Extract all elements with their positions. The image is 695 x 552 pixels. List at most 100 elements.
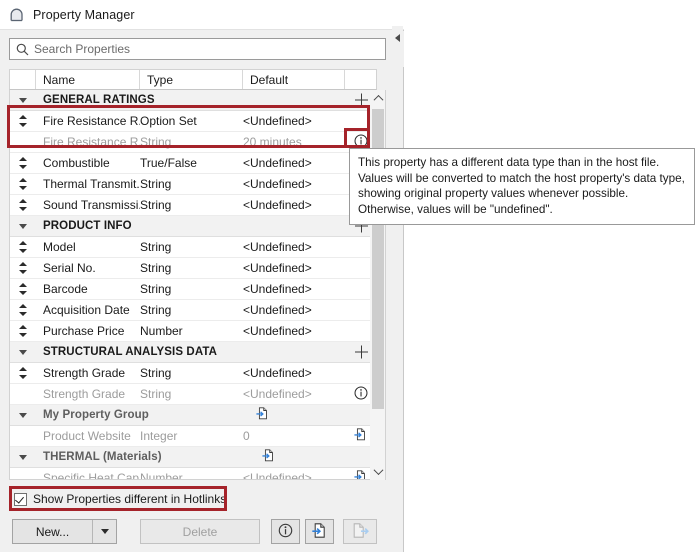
property-group-row[interactable]: PRODUCT INFO — [10, 216, 376, 237]
row-drag-handle[interactable] — [10, 174, 36, 194]
new-button-dropdown[interactable] — [92, 520, 116, 543]
property-name: Sound Transmissi... — [43, 198, 140, 212]
group-collapse-toggle[interactable] — [10, 90, 36, 110]
plus-icon[interactable] — [355, 345, 368, 359]
property-type: String — [140, 240, 172, 254]
row-drag-handle[interactable] — [10, 111, 36, 131]
hotlink-icon[interactable] — [255, 406, 270, 424]
row-handle-empty — [10, 426, 36, 446]
property-group-row[interactable]: STRUCTURAL ANALYSIS DATA — [10, 342, 376, 363]
property-name: Acquisition Date — [43, 303, 130, 317]
column-header-type[interactable]: Type — [140, 70, 243, 89]
property-group-row[interactable]: My Property Group — [10, 405, 376, 426]
export-hotlink-icon — [352, 522, 369, 542]
property-group-row[interactable]: THERMAL (Materials) — [10, 447, 376, 468]
property-row[interactable]: Combustible True/False <Undefined> — [10, 153, 376, 174]
property-type: String — [140, 366, 172, 380]
property-row[interactable]: Model String <Undefined> — [10, 237, 376, 258]
group-collapse-toggle[interactable] — [10, 342, 36, 362]
info-icon[interactable] — [354, 386, 368, 403]
property-manager-panel: Property Manager Search Properties Name … — [0, 0, 404, 552]
property-row[interactable]: Thermal Transmit... String <Undefined> — [10, 174, 376, 195]
search-placeholder: Search Properties — [34, 42, 131, 56]
property-name: Thermal Transmit... — [43, 177, 140, 191]
property-row[interactable]: Strength Grade String <Undefined> — [10, 384, 376, 405]
sort-updown-icon — [18, 325, 28, 337]
row-hotlink-cell — [149, 405, 376, 425]
property-list[interactable]: GENERAL RATINGS Fire Resistance R... Optio… — [9, 90, 377, 480]
property-row[interactable]: Specific Heat Cap... Number <Undefined> — [10, 468, 376, 480]
property-name: THERMAL (Materials) — [43, 451, 162, 463]
row-drag-handle[interactable] — [10, 279, 36, 299]
row-drag-handle[interactable] — [10, 321, 36, 341]
row-drag-handle[interactable] — [10, 363, 36, 383]
column-header-name[interactable]: Name — [36, 70, 140, 89]
sort-updown-icon — [18, 178, 28, 190]
panel-title: Property Manager — [33, 7, 135, 22]
delete-button-label: Delete — [182, 524, 218, 539]
row-handle-empty — [10, 468, 36, 479]
import-hotlink-button[interactable] — [305, 519, 334, 544]
collapse-panel-button[interactable] — [392, 26, 403, 50]
property-row[interactable]: Sound Transmissi... String <Undefined> — [10, 195, 376, 216]
property-name: Purchase Price — [43, 324, 125, 338]
scroll-down-button[interactable] — [370, 463, 386, 480]
property-type: String — [140, 261, 172, 275]
search-input[interactable]: Search Properties — [9, 38, 386, 60]
chevron-left-icon — [395, 34, 400, 42]
property-name: Strength Grade — [43, 387, 126, 401]
show-hotlink-differences-checkbox[interactable] — [14, 492, 27, 506]
property-type: String — [140, 177, 172, 191]
datatype-tooltip: This property has a different data type … — [349, 148, 695, 225]
property-default: <Undefined> — [243, 324, 312, 338]
property-default: <Undefined> — [243, 366, 312, 380]
property-default: <Undefined> — [243, 471, 312, 480]
new-button[interactable]: New... — [12, 519, 117, 544]
sort-updown-icon — [18, 115, 28, 127]
hotlink-icon[interactable] — [353, 427, 368, 445]
property-row[interactable]: Product Website Integer 0 — [10, 426, 376, 447]
property-name: GENERAL RATINGS — [43, 94, 155, 106]
property-default: <Undefined> — [243, 240, 312, 254]
hotlink-icon[interactable] — [353, 469, 368, 479]
row-drag-handle[interactable] — [10, 195, 36, 215]
property-default: <Undefined> — [243, 177, 312, 191]
group-collapse-toggle[interactable] — [10, 216, 36, 236]
show-hotlink-differences-row[interactable]: Show Properties different in Hotlinks — [14, 492, 226, 506]
row-drag-handle[interactable] — [10, 300, 36, 320]
row-drag-handle[interactable] — [10, 258, 36, 278]
add-property-cell — [155, 90, 376, 110]
property-row[interactable]: Fire Resistance R... Option Set <Undefined… — [10, 111, 376, 132]
import-hotlink-icon — [311, 522, 328, 542]
property-type: Number — [140, 324, 183, 338]
group-collapse-toggle[interactable] — [10, 447, 36, 467]
export-hotlink-button[interactable] — [343, 519, 377, 544]
row-drag-handle[interactable] — [10, 237, 36, 257]
property-row[interactable]: Purchase Price Number <Undefined> — [10, 321, 376, 342]
property-name: My Property Group — [43, 409, 149, 421]
property-row[interactable]: Fire Resistance R... String 20 minutes — [10, 132, 376, 153]
property-group-row[interactable]: GENERAL RATINGS — [10, 90, 376, 111]
sort-updown-icon — [18, 262, 28, 274]
column-header-default[interactable]: Default — [243, 70, 345, 89]
hotlink-icon[interactable] — [261, 448, 276, 466]
row-drag-handle[interactable] — [10, 153, 36, 173]
group-collapse-toggle[interactable] — [10, 405, 36, 425]
chevron-down-icon — [19, 412, 27, 418]
delete-button[interactable]: Delete — [140, 519, 260, 544]
arch-icon — [8, 6, 26, 24]
sort-updown-icon — [18, 157, 28, 169]
property-row[interactable]: Strength Grade String <Undefined> — [10, 363, 376, 384]
panel-titlebar: Property Manager — [0, 0, 404, 30]
scroll-up-button[interactable] — [370, 90, 386, 107]
property-name: Strength Grade — [43, 366, 126, 380]
property-manager-screen: Property Manager Search Properties Name … — [0, 0, 695, 552]
property-type: String — [140, 282, 172, 296]
property-row[interactable]: Acquisition Date String <Undefined> — [10, 300, 376, 321]
property-row[interactable]: Serial No. String <Undefined> — [10, 258, 376, 279]
row-hotlink-cell — [162, 447, 376, 467]
plus-icon[interactable] — [355, 93, 368, 107]
property-row[interactable]: Barcode String <Undefined> — [10, 279, 376, 300]
info-button[interactable] — [271, 519, 300, 544]
property-type: True/False — [140, 156, 197, 170]
